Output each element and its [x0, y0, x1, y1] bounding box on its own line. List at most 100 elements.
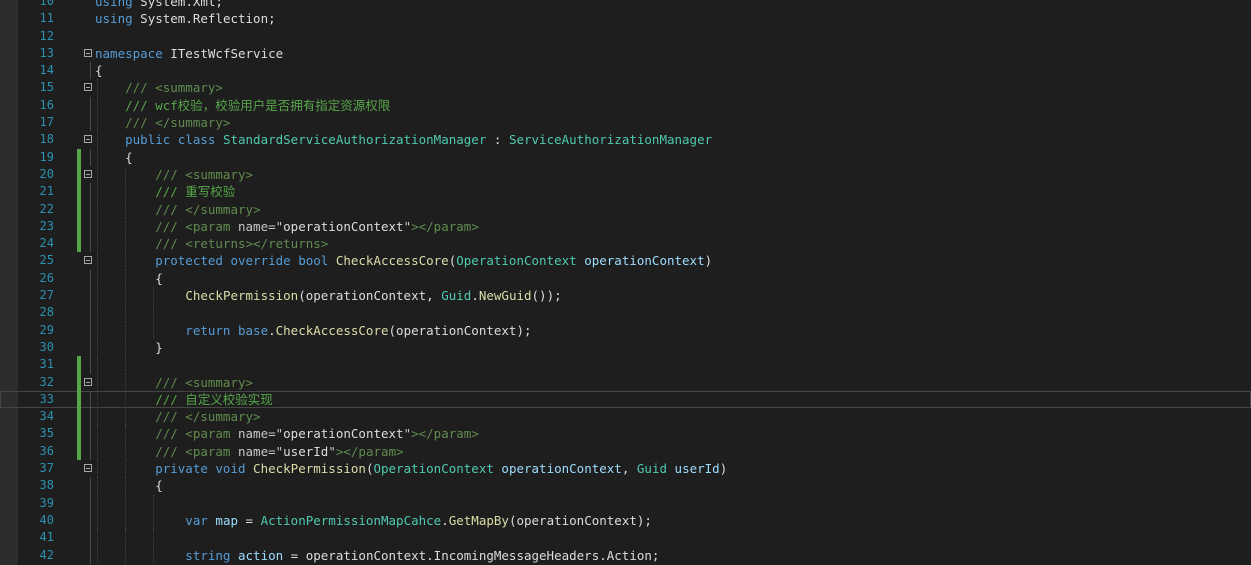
- code-line[interactable]: 38 {: [0, 477, 1251, 495]
- code-line[interactable]: 12: [0, 28, 1251, 45]
- code-text[interactable]: var map = ActionPermissionMapCahce.GetMa…: [95, 512, 652, 529]
- code-text[interactable]: /// <param name="operationContext"></par…: [95, 218, 479, 235]
- code-line[interactable]: 39: [0, 494, 1251, 512]
- code-token: userId: [674, 461, 720, 477]
- code-line[interactable]: 18 public class StandardServiceAuthoriza…: [0, 131, 1251, 149]
- code-text[interactable]: {: [95, 149, 133, 166]
- indent-guide: [125, 304, 126, 322]
- code-text[interactable]: {: [95, 62, 103, 79]
- code-text[interactable]: }: [95, 339, 163, 356]
- code-text[interactable]: /// 重写校验: [95, 183, 235, 200]
- code-token: /// <summary>: [95, 374, 254, 390]
- code-line[interactable]: 25 protected override bool CheckAccessCo…: [0, 252, 1251, 270]
- code-lines[interactable]: 10 using System.Xml; 11 using System.Reflec…: [0, 0, 1251, 564]
- code-line[interactable]: 26 {: [0, 269, 1251, 288]
- code-text[interactable]: {: [95, 477, 163, 494]
- code-line[interactable]: 32 /// <summary>: [0, 373, 1251, 391]
- change-marker: [77, 165, 81, 184]
- collapse-toggle-icon[interactable]: [84, 135, 92, 144]
- code-line[interactable]: 21 /// 重写校验: [0, 183, 1251, 201]
- outline-guide: [90, 217, 91, 236]
- code-line[interactable]: 42 string action = operationContext.Inco…: [0, 546, 1251, 564]
- code-line[interactable]: 33 /// 自定义校验实现: [0, 390, 1251, 409]
- code-line[interactable]: 35 /// <param name="operationContext"></…: [0, 425, 1251, 443]
- change-marker: [77, 200, 81, 218]
- outline-guide: [90, 338, 91, 357]
- collapse-toggle-icon[interactable]: [84, 377, 92, 386]
- code-line[interactable]: 34 /// </summary>: [0, 408, 1251, 426]
- code-line[interactable]: 11 using System.Reflection;: [0, 10, 1251, 27]
- code-line[interactable]: 22 /// </summary>: [0, 200, 1251, 218]
- code-token: operationContext: [283, 426, 404, 442]
- code-line[interactable]: 29 return base.CheckAccessCore(operation…: [0, 321, 1251, 339]
- code-token: ServiceAuthorizationManager: [508, 132, 713, 148]
- code-line[interactable]: 41: [0, 529, 1251, 547]
- code-line[interactable]: 10 using System.Xml;: [0, 0, 1251, 10]
- line-number: 26: [39, 270, 54, 285]
- code-token: /// 重写校验: [95, 184, 236, 200]
- code-line[interactable]: 19 {: [0, 148, 1251, 166]
- code-line[interactable]: 23 /// <param name="operationContext"></…: [0, 217, 1251, 236]
- line-number: 25: [39, 253, 54, 268]
- code-line[interactable]: 13 namespace ITestWcfService: [0, 45, 1251, 62]
- code-text[interactable]: using System.Reflection;: [95, 10, 276, 27]
- code-token: var: [95, 512, 208, 528]
- code-text[interactable]: protected override bool CheckAccessCore(…: [95, 252, 712, 269]
- code-line[interactable]: 17 /// </summary>: [0, 114, 1251, 132]
- code-line[interactable]: 27 CheckPermission(operationContext, Gui…: [0, 287, 1251, 305]
- collapse-toggle-icon[interactable]: [84, 464, 92, 473]
- code-line[interactable]: 40 var map = ActionPermissionMapCahce.Ge…: [0, 511, 1251, 530]
- code-token: return base: [95, 322, 269, 338]
- code-line[interactable]: 31: [0, 356, 1251, 374]
- collapse-toggle-icon[interactable]: [84, 169, 92, 178]
- code-line[interactable]: 37 private void CheckPermission(Operatio…: [0, 460, 1251, 478]
- code-text[interactable]: using System.Xml;: [95, 0, 223, 10]
- code-line[interactable]: 14 {: [0, 62, 1251, 80]
- line-number: 34: [39, 409, 54, 424]
- code-text[interactable]: /// </summary>: [95, 114, 230, 131]
- code-token: namespace: [95, 45, 163, 61]
- collapse-toggle-icon[interactable]: [84, 48, 92, 57]
- code-line[interactable]: 15 /// <summary>: [0, 79, 1251, 97]
- line-number: 41: [39, 530, 54, 545]
- code-text[interactable]: public class StandardServiceAuthorizatio…: [95, 131, 712, 148]
- code-line[interactable]: 20 /// <summary>: [0, 165, 1251, 184]
- code-token: /// <param: [95, 443, 238, 459]
- code-token: operationContext: [584, 253, 705, 269]
- code-text[interactable]: /// <param name="userId"></param>: [95, 443, 403, 460]
- code-text[interactable]: /// <param name="operationContext"></par…: [95, 425, 479, 442]
- line-number: 11: [39, 11, 54, 26]
- code-text[interactable]: string action = operationContext.Incomin…: [95, 547, 659, 564]
- code-text[interactable]: /// <summary>: [95, 166, 253, 183]
- code-text[interactable]: namespace ITestWcfService: [95, 45, 283, 62]
- code-editor[interactable]: 10 using System.Xml; 11 using System.Reflec…: [0, 0, 1251, 565]
- collapse-toggle-icon[interactable]: [84, 83, 92, 92]
- code-text[interactable]: /// 自定义校验实现: [95, 391, 273, 408]
- code-text[interactable]: /// <returns></returns>: [95, 235, 328, 252]
- code-text[interactable]: return base.CheckAccessCore(operationCon…: [95, 322, 531, 339]
- code-text[interactable]: /// </summary>: [95, 201, 260, 218]
- code-line[interactable]: 30 }: [0, 338, 1251, 357]
- code-text[interactable]: /// <summary>: [95, 79, 223, 96]
- code-token: (operationContext,: [298, 288, 442, 304]
- code-text[interactable]: /// </summary>: [95, 408, 260, 425]
- code-line[interactable]: 24 /// <returns></returns>: [0, 235, 1251, 253]
- outline-guide: [90, 425, 91, 443]
- code-token: :: [486, 132, 509, 148]
- code-text[interactable]: private void CheckPermission(OperationCo…: [95, 460, 727, 477]
- code-text[interactable]: {: [95, 270, 163, 287]
- code-text[interactable]: /// wcf校验，校验用户是否拥有指定资源权限: [95, 97, 390, 114]
- line-number: 12: [39, 28, 54, 43]
- line-number: 42: [39, 547, 54, 562]
- code-line[interactable]: 28: [0, 304, 1251, 322]
- code-text[interactable]: /// <summary>: [95, 374, 253, 391]
- code-token: .: [441, 512, 449, 528]
- code-text[interactable]: CheckPermission(operationContext, Guid.N…: [95, 287, 561, 304]
- outline-guide: [90, 390, 91, 409]
- indent-guide: [125, 529, 126, 547]
- indent-guide: [97, 529, 98, 547]
- collapse-toggle-icon[interactable]: [84, 256, 92, 265]
- code-line[interactable]: 16 /// wcf校验，校验用户是否拥有指定资源权限: [0, 96, 1251, 115]
- code-line[interactable]: 36 /// <param name="userId"></param>: [0, 442, 1251, 461]
